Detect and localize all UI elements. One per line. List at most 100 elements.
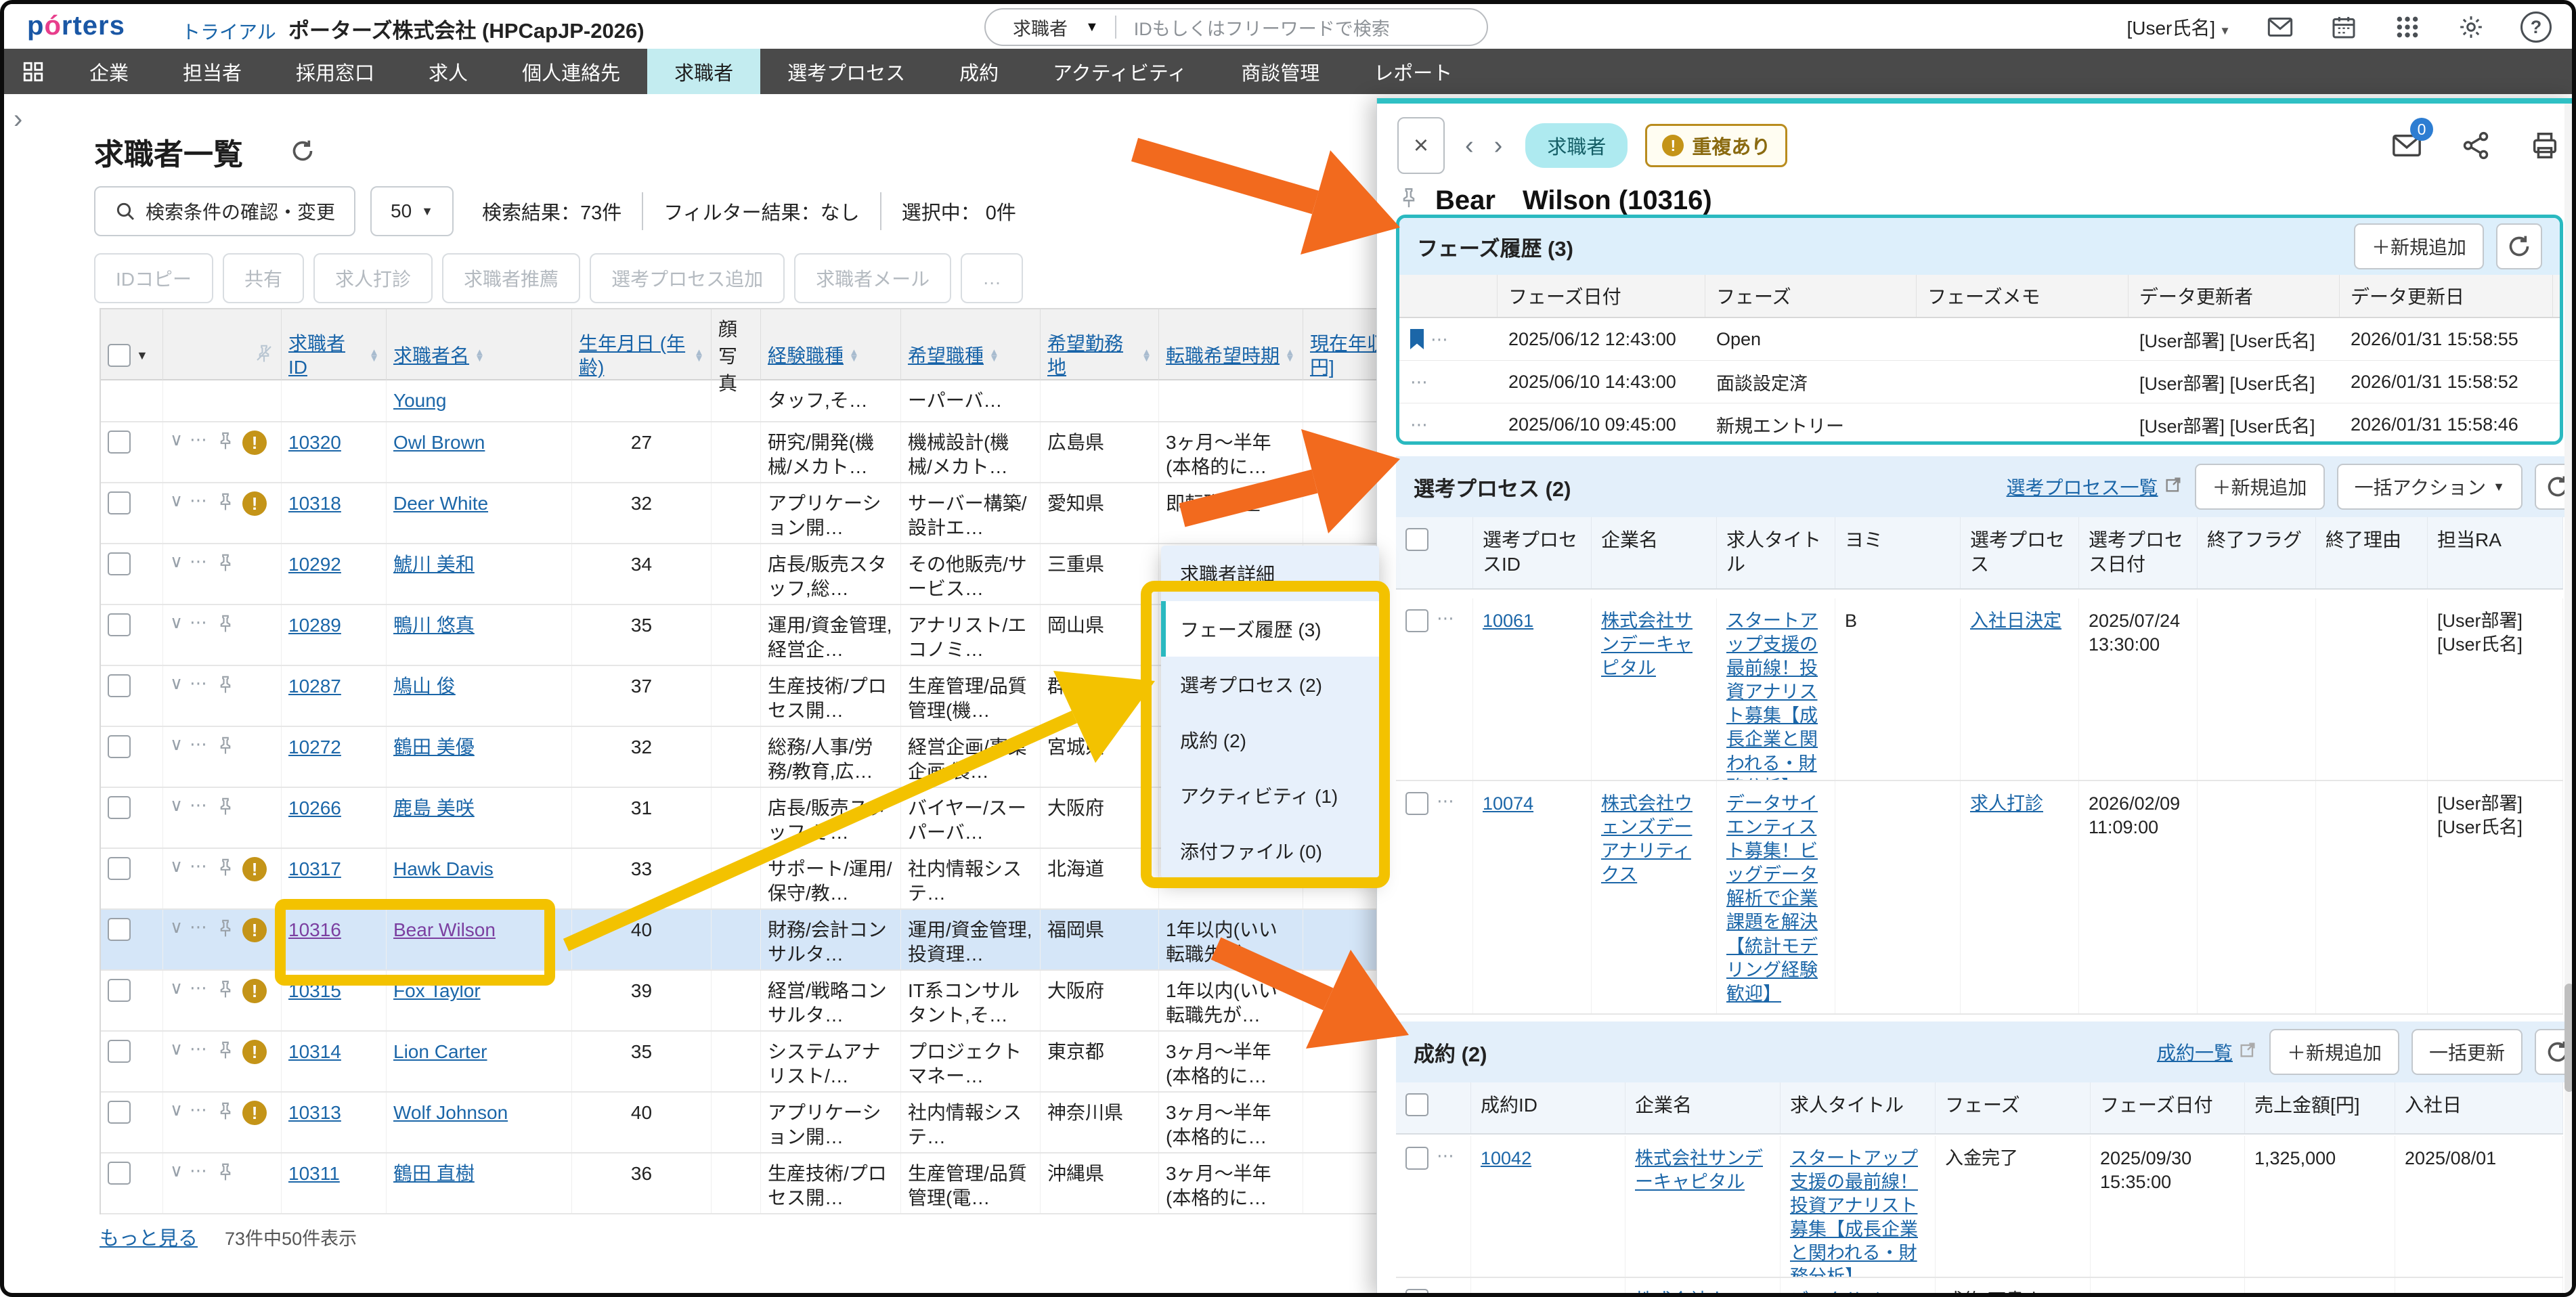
candidate-name-link[interactable]: Young — [393, 390, 446, 411]
more-actions-icon[interactable]: ⋯ — [1410, 373, 1429, 391]
row-checkbox[interactable] — [1405, 609, 1428, 632]
pin-icon[interactable] — [215, 1101, 236, 1127]
candidate-name-link[interactable]: 鹿島 美咲 — [393, 797, 475, 818]
apps-grid-icon[interactable] — [2393, 13, 2422, 41]
candidate-name-link[interactable]: Hawk Davis — [393, 858, 494, 879]
close-icon[interactable]: × — [1397, 117, 1445, 174]
expand-chevron-icon[interactable]: ∨ — [170, 491, 183, 509]
job-title-link[interactable]: スタートアップ支援の最前線！投資アナリスト募集【成長企業と関われる・財務分析】 — [1790, 1148, 1918, 1277]
expand-chevron-icon[interactable]: ∨ — [170, 735, 183, 753]
nav-tab-求職者[interactable]: 求職者 — [647, 49, 760, 94]
pin-icon[interactable] — [215, 857, 236, 883]
select-all-checkbox[interactable] — [108, 344, 131, 367]
list-action-button[interactable]: IDコピー — [94, 253, 213, 303]
nav-tab-成約[interactable]: 成約 — [932, 49, 1026, 94]
expand-chevron-icon[interactable]: ∨ — [170, 796, 183, 814]
pin-icon[interactable] — [215, 491, 236, 518]
column-header-label[interactable]: 求職者名 — [393, 344, 469, 368]
list-action-button[interactable]: 共有 — [223, 253, 304, 303]
column-header-label[interactable]: 生年月日 (年齢) — [579, 332, 689, 379]
prev-record-chevron[interactable]: ‹ — [1465, 131, 1474, 160]
nav-tab-商談管理[interactable]: 商談管理 — [1214, 49, 1347, 94]
more-actions-icon[interactable]: ⋯ — [190, 1040, 209, 1057]
candidate-name-link[interactable]: 鯱川 美和 — [393, 554, 475, 575]
candidate-name-link[interactable]: Owl Brown — [393, 432, 485, 453]
list-action-button[interactable]: 選考プロセス追加 — [590, 253, 785, 303]
nav-tab-レポート[interactable]: レポート — [1347, 49, 1479, 94]
candidate-id-link[interactable]: 10318 — [288, 493, 341, 514]
row-checkbox[interactable] — [108, 735, 131, 758]
porters-logo[interactable]: pórters — [27, 11, 125, 41]
bulk-update-button[interactable]: 一括更新 — [2411, 1029, 2523, 1075]
more-actions-icon[interactable]: ⋯ — [190, 918, 209, 936]
row-checkbox[interactable] — [108, 431, 131, 454]
row-checkbox[interactable] — [108, 857, 131, 880]
candidate-name-link[interactable]: Deer White — [393, 493, 488, 514]
candidate-id-link[interactable]: 10287 — [288, 676, 341, 697]
contract-id-link[interactable]: 10049 — [1481, 1290, 1531, 1297]
job-title-link[interactable]: データサイエンティスト募集！ビッグデータ解析で… — [1790, 1290, 1918, 1297]
expand-chevron-icon[interactable]: ∨ — [170, 1040, 183, 1057]
row-checkbox[interactable] — [108, 796, 131, 819]
candidate-name-link[interactable]: Bear Wilson — [393, 919, 496, 940]
expand-chevron-icon[interactable]: ∨ — [170, 857, 183, 875]
caret-down-icon[interactable]: ▼ — [136, 349, 148, 363]
mail-icon[interactable] — [2266, 13, 2294, 41]
list-action-button[interactable]: 求職者メール — [794, 253, 951, 303]
pin-icon[interactable] — [215, 431, 236, 457]
nav-tab-選考プロセス[interactable]: 選考プロセス — [760, 49, 932, 94]
context-menu-item[interactable]: フェーズ履歴 (3) — [1161, 601, 1379, 657]
candidate-name-link[interactable]: Wolf Johnson — [393, 1102, 508, 1123]
context-menu-item[interactable]: 選考プロセス (2) — [1161, 657, 1379, 712]
more-actions-icon[interactable]: ⋯ — [1437, 609, 1456, 627]
row-checkbox[interactable] — [1405, 792, 1428, 815]
global-search[interactable]: 求職者 ▼ IDもしくはフリーワードで検索 — [984, 8, 1488, 46]
row-checkbox[interactable] — [1405, 1289, 1428, 1297]
load-more-link[interactable]: もっと見る — [100, 1223, 198, 1251]
pin-icon[interactable] — [215, 1040, 236, 1066]
nav-tab-求人[interactable]: 求人 — [401, 49, 495, 94]
nav-tab-担当者[interactable]: 担当者 — [156, 49, 269, 94]
refresh-icon[interactable] — [2496, 223, 2542, 269]
nav-home-grid-icon[interactable] — [4, 49, 62, 94]
more-actions-icon[interactable]: ⋯ — [190, 796, 209, 814]
refresh-icon[interactable] — [288, 137, 317, 165]
process-link[interactable]: 求人打診 — [1970, 793, 2043, 814]
pin-icon[interactable] — [215, 918, 236, 944]
candidate-id-link[interactable]: 10316 — [288, 919, 341, 940]
sidebar-expand-chevron[interactable]: › — [14, 104, 22, 135]
sort-icon[interactable]: ▲▼ — [369, 349, 379, 362]
company-link[interactable]: 株式会社サンデーキャピタル — [1635, 1148, 1763, 1192]
more-actions-icon[interactable]: ⋯ — [190, 857, 209, 875]
candidate-name-link[interactable]: 鶴田 美優 — [393, 737, 475, 757]
expand-chevron-icon[interactable]: ∨ — [170, 1101, 183, 1118]
add-contract-button[interactable]: ＋新規追加 — [2269, 1029, 2399, 1075]
more-actions-icon[interactable]: ⋯ — [190, 1101, 209, 1118]
mail-icon[interactable]: 0 — [2391, 130, 2422, 161]
calendar-icon[interactable] — [2330, 13, 2358, 41]
candidate-name-link[interactable]: Fox Taylor — [393, 980, 481, 1001]
candidate-id-link[interactable]: 10320 — [288, 432, 341, 453]
candidate-id-link[interactable]: 10317 — [288, 858, 341, 879]
add-phase-button[interactable]: ＋新規追加 — [2354, 223, 2484, 269]
bookmark-icon[interactable] — [1410, 329, 1424, 349]
candidate-id-link[interactable]: 10266 — [288, 797, 341, 818]
nav-tab-採用窓口[interactable]: 採用窓口 — [269, 49, 401, 94]
pin-icon[interactable] — [215, 1162, 236, 1188]
more-actions-icon[interactable]: ⋯ — [190, 613, 209, 631]
pin-icon[interactable] — [215, 552, 236, 579]
contract-id-link[interactable]: 10042 — [1481, 1148, 1531, 1168]
search-category-select[interactable]: 求職者 — [986, 14, 1085, 41]
job-title-link[interactable]: データサイエンティスト募集！ビッグデータ解析で企業課題を解決【統計モデリング経験… — [1726, 793, 1818, 1004]
column-header-label[interactable]: 求職者ID — [288, 332, 364, 379]
sort-icon[interactable]: ▲▼ — [694, 349, 704, 362]
pin-icon[interactable] — [215, 735, 236, 762]
select-all-checkbox[interactable] — [1405, 1093, 1428, 1116]
list-action-button[interactable]: … — [961, 253, 1023, 303]
expand-chevron-icon[interactable]: ∨ — [170, 674, 183, 692]
candidate-id-link[interactable]: 10314 — [288, 1041, 341, 1062]
more-actions-icon[interactable]: ⋯ — [1410, 416, 1429, 433]
page-size-select[interactable]: 50▼ — [370, 186, 454, 236]
context-menu-item[interactable]: アクティビティ (1) — [1161, 768, 1379, 823]
pin-icon[interactable] — [215, 674, 236, 701]
